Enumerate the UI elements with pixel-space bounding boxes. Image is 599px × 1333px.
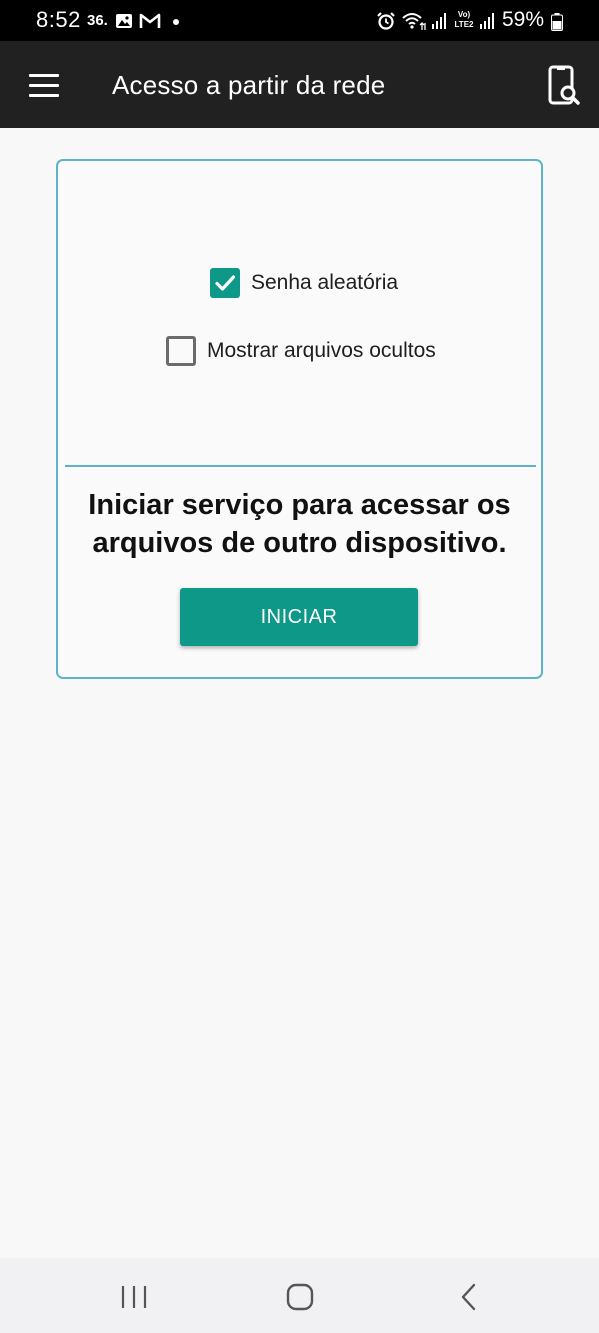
network-access-card: Senha aleatória Mostrar arquivos ocultos… <box>56 159 543 679</box>
signal-icon <box>480 13 494 29</box>
status-bar: 8:52 36. Vo) LTE2 59% <box>0 0 599 41</box>
recents-icon[interactable] <box>118 1283 150 1311</box>
show-hidden-files-label: Mostrar arquivos ocultos <box>207 339 436 362</box>
checkmark-icon <box>215 275 236 291</box>
back-icon[interactable] <box>455 1282 483 1312</box>
page-title: Acesso a partir da rede <box>112 70 386 100</box>
device-search-icon[interactable] <box>544 63 584 109</box>
start-service-message: Iniciar serviço para acessar os arquivos… <box>88 489 511 559</box>
signal-icon <box>432 13 446 29</box>
alarm-icon <box>377 12 395 30</box>
start-button[interactable]: INICIAR <box>180 588 418 646</box>
home-icon[interactable] <box>285 1282 315 1312</box>
random-password-option[interactable]: Senha aleatória <box>210 268 398 298</box>
card-divider <box>65 465 536 467</box>
hamburger-menu-icon[interactable] <box>20 64 68 106</box>
wifi-icon <box>402 13 426 30</box>
show-hidden-files-option[interactable]: Mostrar arquivos ocultos <box>166 336 436 366</box>
status-notification-text: 36. <box>87 12 108 29</box>
volte-icon: Vo) LTE2 <box>454 10 474 29</box>
battery-percent: 59% <box>502 8 545 31</box>
show-hidden-files-checkbox[interactable] <box>166 336 196 366</box>
system-nav-bar <box>0 1258 599 1333</box>
notification-dot-icon <box>173 19 179 25</box>
random-password-checkbox[interactable] <box>210 268 240 298</box>
battery-icon <box>551 13 563 31</box>
gmail-icon <box>139 13 161 28</box>
gallery-icon <box>116 14 132 28</box>
status-time: 8:52 <box>36 7 81 32</box>
app-bar: Acesso a partir da rede <box>0 41 599 128</box>
random-password-label: Senha aleatória <box>251 271 399 294</box>
